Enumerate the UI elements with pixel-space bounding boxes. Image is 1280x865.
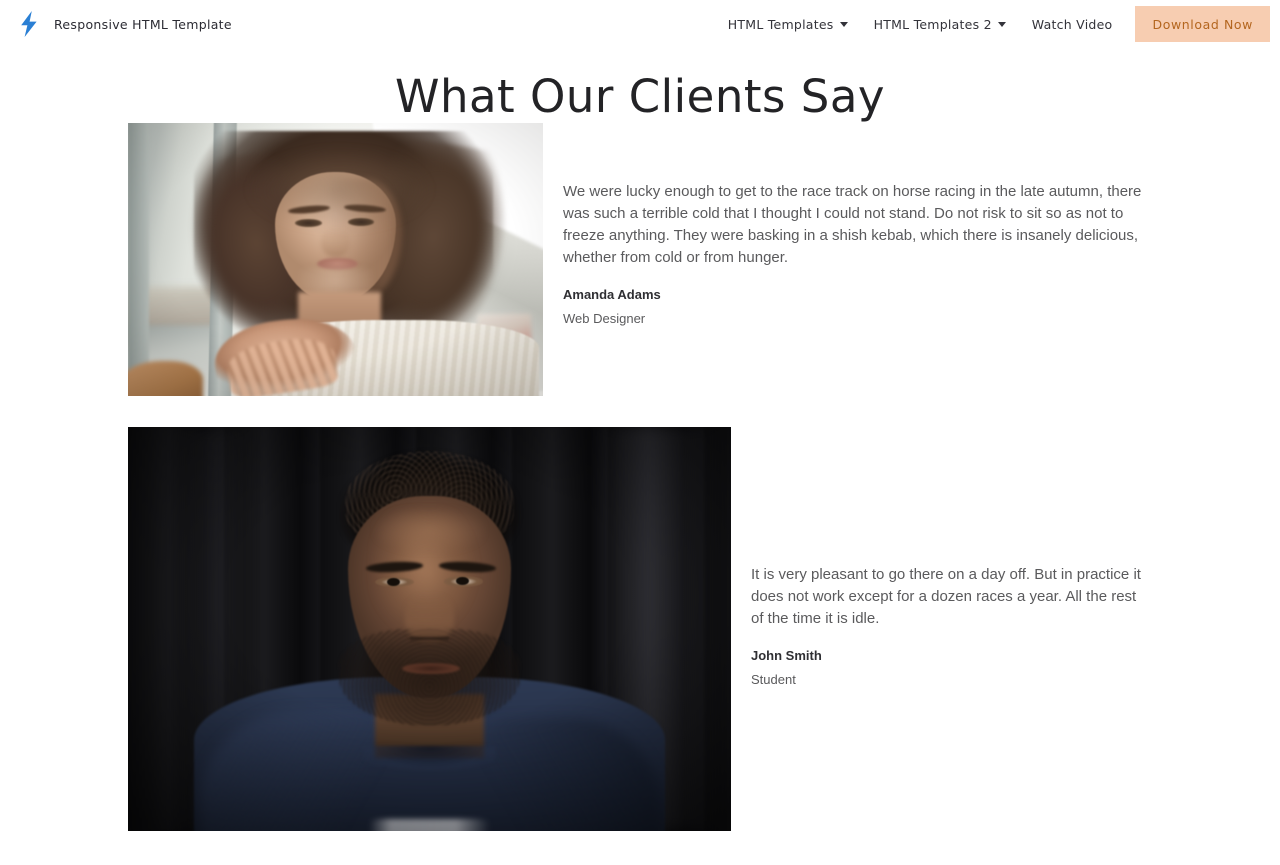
testimonial-photo-john-smith bbox=[128, 427, 731, 831]
testimonial-content: It is very pleasant to go there on a day… bbox=[751, 564, 1151, 687]
nav-item-label: HTML Templates bbox=[727, 16, 834, 32]
primary-navigation: HTML Templates HTML Templates 2 Watch Vi… bbox=[715, 0, 1280, 48]
brand-name: Responsive HTML Template bbox=[54, 16, 232, 32]
nav-item-html-templates-2[interactable]: HTML Templates 2 bbox=[861, 0, 1019, 48]
testimonial-author-role: Student bbox=[751, 672, 796, 687]
lightning-bolt-icon bbox=[14, 9, 44, 39]
testimonial-author-role: Web Designer bbox=[563, 311, 646, 326]
download-now-button[interactable]: Download Now bbox=[1135, 6, 1270, 42]
portrait-woman-by-window-image bbox=[128, 123, 543, 396]
testimonial-quote: We were lucky enough to get to the race … bbox=[563, 183, 1142, 266]
testimonial-quote: It is very pleasant to go there on a day… bbox=[751, 566, 1141, 627]
chevron-down-icon bbox=[839, 21, 848, 27]
testimonial-author-name: John Smith bbox=[751, 648, 822, 663]
testimonial-author-name: Amanda Adams bbox=[563, 287, 661, 302]
chevron-down-icon bbox=[997, 21, 1006, 27]
brand-logo-link[interactable]: Responsive HTML Template bbox=[14, 9, 232, 39]
nav-item-html-templates[interactable]: HTML Templates bbox=[715, 0, 861, 48]
site-header: Responsive HTML Template HTML Templates … bbox=[0, 0, 1280, 48]
portrait-man-dark-wall-image bbox=[128, 427, 731, 831]
testimonial-content: We were lucky enough to get to the race … bbox=[563, 181, 1155, 326]
page-title: What Our Clients Say bbox=[394, 70, 886, 123]
nav-item-label: HTML Templates 2 bbox=[873, 16, 992, 32]
nav-item-label: Watch Video bbox=[1031, 16, 1113, 32]
nav-item-watch-video[interactable]: Watch Video bbox=[1019, 0, 1126, 48]
testimonial-photo-amanda-adams bbox=[128, 123, 543, 396]
